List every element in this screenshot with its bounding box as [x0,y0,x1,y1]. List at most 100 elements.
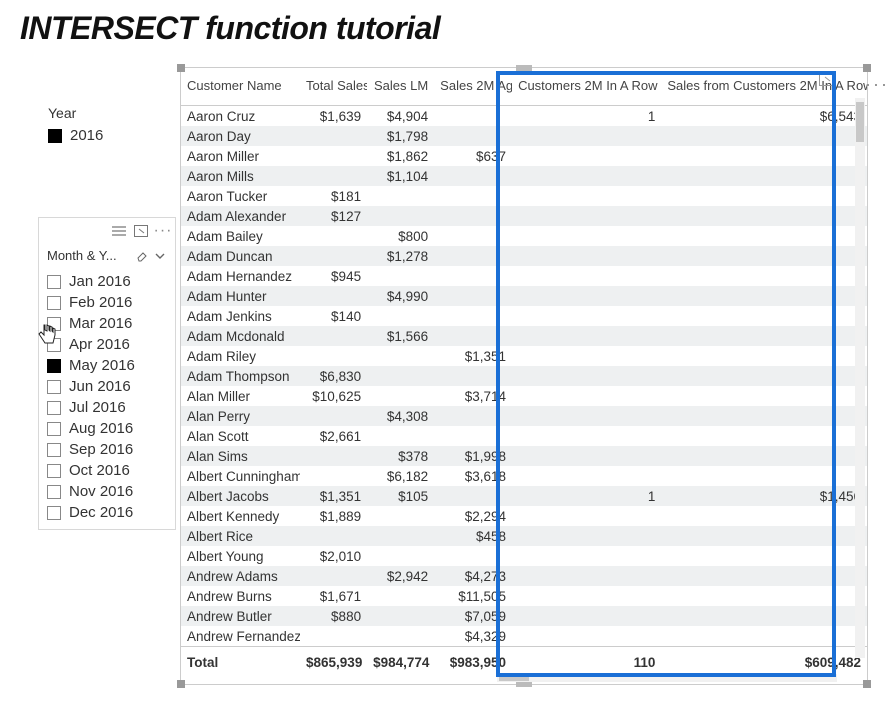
resize-handle-icon[interactable] [177,680,185,688]
table-row[interactable]: Alan Scott$2,661 [181,426,867,446]
scroll-thumb[interactable] [499,675,529,681]
total-lm: $984,774 [367,647,434,679]
month-item[interactable]: Jul 2016 [45,397,169,418]
table-row[interactable]: Andrew Adams$2,942$4,273 [181,566,867,586]
cell-sc2m [661,186,867,206]
table-row[interactable]: Adam Bailey$800 [181,226,867,246]
table-row[interactable]: Adam Alexander$127 [181,206,867,226]
focus-mode-icon[interactable] [133,223,149,239]
cell-sc2m [661,286,867,306]
month-item[interactable]: May 2016 [45,355,169,376]
cell-lm [367,506,434,526]
table-header-row[interactable]: Customer Name Total Sales Sales LM Sales… [181,68,867,106]
slicer-field-header[interactable]: Month & Y... [39,244,175,269]
checkbox-checked-icon[interactable] [47,359,61,373]
checkbox-icon[interactable] [47,401,61,415]
cell-ts: $1,671 [300,586,367,606]
table-row[interactable]: Aaron Day$1,798 [181,126,867,146]
cell-sc2m [661,386,867,406]
month-item[interactable]: Dec 2016 [45,502,169,523]
month-item[interactable]: Aug 2016 [45,418,169,439]
resize-handle-icon[interactable] [516,65,532,71]
month-item[interactable]: Oct 2016 [45,460,169,481]
cell-sc2m [661,526,867,546]
month-slicer-card[interactable]: ··· Month & Y... Jan 2016Feb 2016Mar 201… [38,217,176,530]
cell-sc2m: $6,543 [661,106,867,127]
cell-ago [434,486,512,506]
table-row[interactable]: Alan Miller$10,625$3,714 [181,386,867,406]
month-item[interactable]: Feb 2016 [45,292,169,313]
month-item[interactable]: Mar 2016 [45,313,169,334]
month-item[interactable]: Jun 2016 [45,376,169,397]
cell-name: Aaron Day [181,126,300,146]
table-row[interactable]: Aaron Tucker$181 [181,186,867,206]
resize-handle-icon[interactable] [177,64,185,72]
table-row[interactable]: Aaron Miller$1,862$637 [181,146,867,166]
table-row[interactable]: Adam Hunter$4,990 [181,286,867,306]
checkbox-icon[interactable] [47,422,61,436]
col-header-customers-2m[interactable]: Customers 2M In A Row [512,68,661,106]
col-header-sales-lm[interactable]: Sales LM [367,68,434,106]
month-item[interactable]: Sep 2016 [45,439,169,460]
resize-handle-icon[interactable] [863,64,871,72]
focus-mode-icon[interactable] [819,72,835,91]
checkbox-icon[interactable] [47,485,61,499]
table-row[interactable]: Aaron Cruz$1,639$4,9041$6,543 [181,106,867,127]
vertical-scrollbar[interactable] [855,98,865,658]
col-header-sales-2m-ago[interactable]: Sales 2M Ago [434,68,512,106]
table-row[interactable]: Albert Jacobs$1,351$1051$1,456 [181,486,867,506]
col-header-total-sales[interactable]: Total Sales [300,68,367,106]
cell-name: Aaron Miller [181,146,300,166]
table-row[interactable]: Adam Hernandez$945 [181,266,867,286]
table-visual[interactable]: ··· Customer Name Total Sales Sales LM S… [180,67,868,685]
table-row[interactable]: Andrew Burns$1,671$11,505 [181,586,867,606]
cell-sc2m [661,606,867,626]
checkbox-icon[interactable] [47,380,61,394]
scroll-thumb[interactable] [856,102,864,142]
cell-sc2m [661,326,867,346]
table-row[interactable]: Adam Mcdonald$1,566 [181,326,867,346]
cell-ago [434,206,512,226]
more-options-icon[interactable]: ··· [155,223,171,239]
month-label: Sep 2016 [69,441,133,458]
month-item[interactable]: Jan 2016 [45,271,169,292]
checkbox-icon[interactable] [47,506,61,520]
chevron-down-icon[interactable] [153,249,167,263]
table-row[interactable]: Albert Young$2,010 [181,546,867,566]
table-row[interactable]: Adam Riley$1,351 [181,346,867,366]
table-row[interactable]: Albert Rice$458 [181,526,867,546]
cell-sc2m [661,266,867,286]
table-row[interactable]: Alan Sims$378$1,998 [181,446,867,466]
table-row[interactable]: Andrew Butler$880$7,059 [181,606,867,626]
horizontal-scrollbar[interactable] [497,674,837,682]
resize-handle-icon[interactable] [863,680,871,688]
col-header-sales-customers-2m[interactable]: Sales from Customers 2M In A Row [661,68,867,106]
lines-icon[interactable] [111,223,127,239]
cell-lm: $4,990 [367,286,434,306]
table-row[interactable]: Andrew Fernandez$4,329 [181,626,867,647]
month-item[interactable]: Nov 2016 [45,481,169,502]
cell-name: Andrew Adams [181,566,300,586]
eraser-icon[interactable] [135,249,149,263]
cell-sc2m [661,406,867,426]
more-options-icon[interactable]: ··· [865,74,889,95]
checkbox-icon[interactable] [47,443,61,457]
month-item[interactable]: Apr 2016 [45,334,169,355]
checkbox-icon[interactable] [47,296,61,310]
table-row[interactable]: Alan Perry$4,308 [181,406,867,426]
cell-ts [300,326,367,346]
table-row[interactable]: Albert Cunningham$6,182$3,618 [181,466,867,486]
table-row[interactable]: Adam Jenkins$140 [181,306,867,326]
checkbox-icon[interactable] [47,275,61,289]
table-row[interactable]: Aaron Mills$1,104 [181,166,867,186]
cell-ts [300,126,367,146]
table-row[interactable]: Adam Thompson$6,830 [181,366,867,386]
table-row[interactable]: Adam Duncan$1,278 [181,246,867,266]
cell-sc2m [661,506,867,526]
year-slicer-item[interactable]: 2016 [48,127,168,144]
cell-c2m [512,466,661,486]
table-row[interactable]: Albert Kennedy$1,889$2,294 [181,506,867,526]
col-header-customer[interactable]: Customer Name [181,68,300,106]
checkbox-icon[interactable] [47,464,61,478]
year-slicer[interactable]: Year 2016 [48,105,168,144]
